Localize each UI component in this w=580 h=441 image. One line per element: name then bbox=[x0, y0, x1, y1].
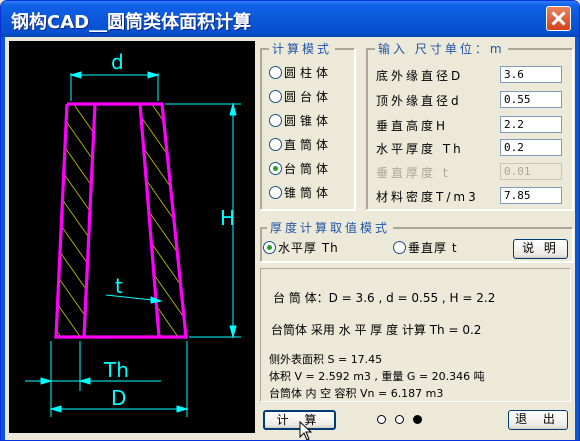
label-top-diameter: 顶外缘直径d bbox=[376, 94, 462, 108]
dimension-lines bbox=[25, 71, 241, 417]
top-diameter-field[interactable]: 0.55 bbox=[500, 91, 562, 108]
label-density: 材料密度T/m3 bbox=[376, 190, 479, 204]
label-H: H bbox=[220, 206, 235, 230]
thickness-radio-vertical[interactable]: 垂直厚 t bbox=[393, 240, 458, 256]
radio-indicator bbox=[269, 66, 282, 79]
diagram-canvas: d H t Th D bbox=[9, 41, 255, 433]
window-title: 钢构CAD__圆筒类体面积计算 bbox=[11, 12, 252, 33]
radio-indicator bbox=[269, 186, 282, 199]
truncated-cone-diagram: d H t Th D bbox=[25, 50, 241, 417]
label-Th: Th bbox=[103, 358, 129, 382]
mode-group-legend: 计算模式 bbox=[269, 40, 336, 57]
pager-dot-3-active[interactable] bbox=[413, 415, 422, 424]
close-button[interactable] bbox=[546, 6, 571, 31]
right-wall-hatch bbox=[140, 104, 186, 337]
app-window: 钢构CAD__圆筒类体面积计算 d H t Th D 计算模式 圆柱体 圆台体 … bbox=[0, 0, 580, 441]
thickness-radio-horizontal[interactable]: 水平厚 Th bbox=[263, 240, 339, 256]
thickness-mode-legend: 厚度计算取值模式 bbox=[267, 219, 394, 236]
mode-radio-cylinder[interactable]: 圆柱体 bbox=[269, 65, 332, 81]
radio-indicator-selected bbox=[263, 241, 276, 254]
radio-indicator bbox=[269, 90, 282, 103]
mode-radio-frustum[interactable]: 圆台体 bbox=[269, 89, 332, 105]
title-bar[interactable]: 钢构CAD__圆筒类体面积计算 bbox=[1, 1, 579, 37]
result-params: 台 筒 体：D = 3.6 , d = 0.55 , H = 2.2 bbox=[273, 291, 496, 305]
mode-radio-cone[interactable]: 圆锥体 bbox=[269, 113, 332, 129]
help-button[interactable]: 说 明 bbox=[513, 239, 568, 259]
result-surface-area: 侧外表面积 S = 17.45 bbox=[269, 353, 383, 366]
density-field[interactable]: 7.85 bbox=[500, 187, 562, 204]
radio-indicator-selected bbox=[269, 162, 282, 175]
result-thickness-mode: 台筒体 采用 水 平 厚 度 计算 Th = 0.2 bbox=[271, 323, 482, 337]
pager-dot-1[interactable] bbox=[377, 415, 386, 424]
horizontal-thickness-field[interactable]: 0.2 bbox=[500, 139, 562, 156]
result-volume-weight: 体积 V = 2.592 m3 , 重量 G = 20.346 吨 bbox=[269, 370, 485, 383]
label-bottom-diameter: 底外缘直径D bbox=[376, 69, 464, 83]
radio-indicator bbox=[393, 241, 406, 254]
label-height: 垂直高度H bbox=[376, 119, 449, 133]
label-t: t bbox=[115, 274, 123, 298]
label-horizontal-thickness: 水平厚度 Th bbox=[376, 142, 464, 156]
pager-dot-2[interactable] bbox=[395, 415, 404, 424]
bottom-diameter-field[interactable]: 3.6 bbox=[500, 66, 562, 83]
mode-radio-straight-tube[interactable]: 直筒体 bbox=[269, 137, 332, 153]
height-field[interactable]: 2.2 bbox=[500, 116, 562, 133]
input-group-legend: 输入 尺寸单位：m bbox=[375, 40, 508, 57]
radio-indicator bbox=[269, 114, 282, 127]
label-D: D bbox=[111, 386, 126, 410]
exit-button[interactable]: 退 出 bbox=[508, 410, 568, 430]
vertical-thickness-field: 0.01 bbox=[500, 163, 562, 180]
label-d: d bbox=[111, 50, 124, 74]
radio-indicator bbox=[269, 138, 282, 151]
mode-radio-frustum-tube[interactable]: 台筒体 bbox=[269, 161, 332, 177]
result-inner-volume: 台筒体 内 空 容积 Vn = 6.187 m3 bbox=[269, 387, 444, 400]
mouse-cursor-icon bbox=[299, 421, 313, 440]
label-vertical-thickness: 垂直厚度 t bbox=[376, 166, 451, 180]
mode-radio-cone-tube[interactable]: 锥筒体 bbox=[269, 185, 332, 201]
